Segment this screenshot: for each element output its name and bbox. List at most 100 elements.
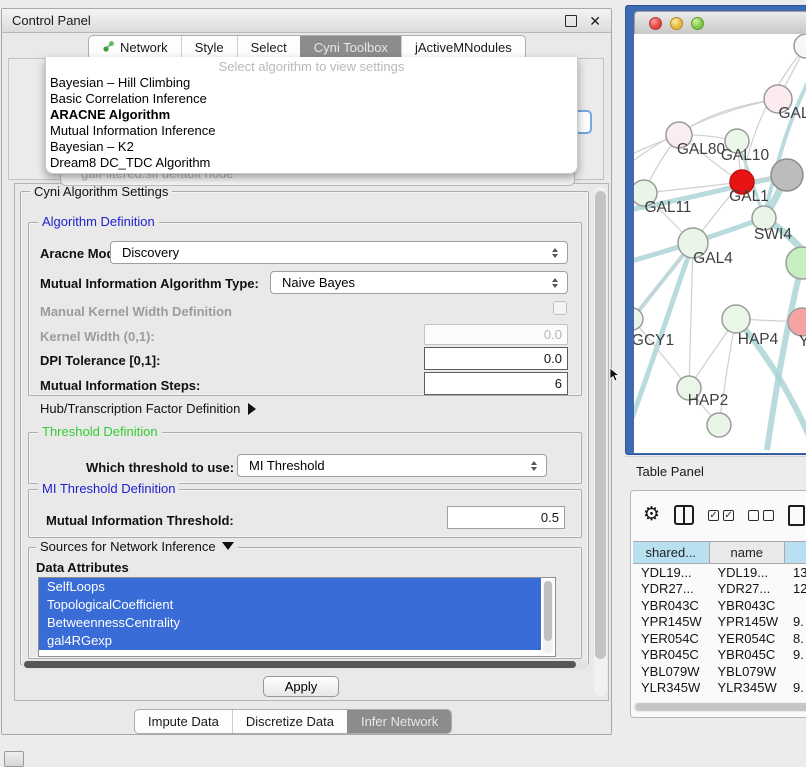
network-edge[interactable] (767, 263, 802, 450)
combo-stepper-icon (525, 461, 543, 471)
threshold-definition-label: Threshold Definition (38, 425, 162, 439)
aracne-mode-value: Discovery (111, 245, 546, 260)
combo-stepper-icon (546, 248, 564, 258)
mi-steps-label: Mutual Information Steps: (40, 378, 200, 393)
tab-impute-data[interactable]: Impute Data (135, 710, 232, 733)
minimize-traffic-light-icon[interactable] (670, 17, 683, 30)
export-table-icon[interactable] (788, 505, 805, 526)
network-node[interactable] (707, 413, 731, 437)
table-cell: YBR045C (633, 647, 710, 662)
desktop: { "window": { "title": "Control Panel" }… (0, 0, 806, 762)
dpi-tolerance-field[interactable]: 0.0 (424, 347, 568, 370)
network-edge[interactable] (719, 319, 736, 425)
tab-style[interactable]: Style (181, 36, 237, 59)
hub-section-toggle[interactable]: Hub/Transcription Factor Definition (40, 401, 256, 416)
table-cell: YIL052C (710, 697, 786, 700)
settings-vertical-scrollbar-thumb[interactable] (595, 191, 606, 659)
columns-icon[interactable] (674, 505, 694, 525)
table-row[interactable]: YPR145WYPR145W9. (633, 614, 806, 631)
deselect-all-checks-icon[interactable] (748, 510, 774, 521)
table-horizontal-scrollbar-thumb[interactable] (635, 703, 806, 711)
dock-corner-icon[interactable] (4, 751, 24, 767)
table-cell: YER054C (710, 631, 786, 646)
data-attributes-label: Data Attributes (36, 560, 129, 575)
network-node-hap4[interactable] (722, 305, 750, 333)
column-header-name[interactable]: name (710, 541, 786, 564)
tab-label: Cyni Toolbox (314, 40, 388, 55)
tab-infer-network[interactable]: Infer Network (347, 710, 451, 733)
mi-algorithm-type-combo[interactable]: Naive Bayes (270, 271, 568, 294)
algorithm-definition-label: Algorithm Definition (38, 215, 159, 229)
close-icon[interactable]: ✕ (589, 16, 601, 26)
algorithm-option-bayesian-hill-climbing[interactable]: Bayesian – Hill Climbing (46, 75, 577, 91)
tab-discretize-data[interactable]: Discretize Data (232, 710, 347, 733)
network-edge[interactable] (679, 99, 778, 135)
table-cell: 8. (785, 631, 806, 646)
tab-select[interactable]: Select (237, 36, 300, 59)
network-node[interactable] (786, 247, 806, 279)
algorithm-option-dream8-dc-tdc-algorithm[interactable]: Dream8 DC_TDC Algorithm (46, 155, 577, 171)
tab-cyni-toolbox[interactable]: Cyni Toolbox (300, 36, 401, 59)
kernel-width-field[interactable]: 0.0 (424, 324, 568, 345)
table-row[interactable]: YBR043CYBR043C (633, 597, 806, 614)
table-cell: 9 (785, 697, 806, 700)
network-node[interactable] (794, 34, 806, 58)
table-row[interactable]: YIL052CYIL052C9 (633, 696, 806, 700)
node-label-hap2: HAP2 (688, 392, 729, 409)
settings-horizontal-scrollbar-thumb[interactable] (24, 661, 576, 668)
table-horizontal-scrollbar[interactable] (633, 702, 806, 712)
which-threshold-combo[interactable]: MI Threshold (237, 454, 547, 477)
attributes-vertical-scrollbar-thumb[interactable] (544, 581, 552, 641)
network-icon (102, 40, 115, 56)
algorithm-option-bayesian-k2[interactable]: Bayesian – K2 (46, 139, 577, 155)
algorithm-dropdown-placeholder: Select algorithm to view settings (46, 58, 577, 75)
algorithm-option-mutual-information-inference[interactable]: Mutual Information Inference (46, 123, 577, 139)
tab-label: jActiveMNodules (415, 40, 512, 55)
network-node-gcy1[interactable] (634, 308, 643, 330)
table-row[interactable]: YBL079WYBL079W (633, 663, 806, 680)
table-row[interactable]: YDR27...YDR27...12 (633, 581, 806, 598)
close-traffic-light-icon[interactable] (649, 17, 662, 30)
settings-horizontal-scrollbar[interactable] (22, 660, 588, 669)
zoom-traffic-light-icon[interactable] (691, 17, 704, 30)
attributes-vertical-scrollbar[interactable] (543, 580, 553, 654)
sources-group-label: Sources for Network Inference (40, 539, 216, 554)
sources-group-toggle[interactable]: Sources for Network Inference (36, 540, 238, 554)
node-label-hap4: HAP4 (738, 331, 779, 348)
apply-button[interactable]: Apply (263, 676, 339, 697)
node-label-gal4: GAL4 (693, 250, 733, 267)
tab-jactivemnodules[interactable]: jActiveMNodules (401, 36, 525, 59)
gear-icon[interactable]: ⚙ (643, 505, 660, 525)
tab-network[interactable]: Network (89, 36, 181, 59)
table-row[interactable]: YLR345WYLR345W9. (633, 680, 806, 697)
table-row[interactable]: YER054CYER054C8. (633, 630, 806, 647)
mi-steps-field[interactable]: 6 (424, 372, 568, 395)
manual-kernel-width-checkbox[interactable] (553, 301, 567, 315)
manual-kernel-width-label: Manual Kernel Width Definition (40, 304, 232, 319)
attribute-item-topologicalcoefficient[interactable]: TopologicalCoefficient (39, 596, 541, 614)
float-window-icon[interactable] (565, 15, 577, 27)
attribute-item-gal4rgexp[interactable]: gal4RGexp (39, 632, 541, 650)
algorithm-option-basic-correlation-inference[interactable]: Basic Correlation Inference (46, 91, 577, 107)
cyni-algorithm-settings-label: Cyni Algorithm Settings (30, 185, 172, 199)
control-panel-titlebar: Control Panel ✕ (2, 9, 611, 33)
table-cell: YPR145W (710, 614, 786, 629)
column-header-a[interactable]: A (785, 541, 806, 564)
aracne-mode-combo[interactable]: Discovery (110, 241, 568, 264)
table-cell: YDR27... (710, 581, 786, 596)
attribute-item-selfloops[interactable]: SelfLoops (39, 578, 541, 596)
node-label-gal1: GAL1 (729, 188, 769, 205)
network-node[interactable] (771, 159, 803, 191)
select-all-checks-icon[interactable]: ✓✓ (708, 510, 734, 521)
attribute-item-betweennesscentrality[interactable]: BetweennessCentrality (39, 614, 541, 632)
table-cell: YDL19... (710, 565, 786, 580)
network-canvas[interactable]: GALGAL80GAL10GAL1GAL11SWI4GAL4GCY1HAP4YH… (634, 34, 806, 453)
data-attributes-list[interactable]: SelfLoopsTopologicalCoefficientBetweenne… (38, 577, 556, 657)
table-row[interactable]: YBR045CYBR045C9. (633, 647, 806, 664)
table-row[interactable]: YDL19...YDL19...13 (633, 564, 806, 581)
column-header-shared[interactable]: shared... (633, 541, 710, 564)
table-cell: YBR045C (710, 647, 786, 662)
settings-vertical-scrollbar[interactable] (594, 187, 607, 696)
algorithm-option-aracne-algorithm[interactable]: ARACNE Algorithm (46, 107, 577, 123)
mi-threshold-field[interactable]: 0.5 (447, 506, 565, 529)
